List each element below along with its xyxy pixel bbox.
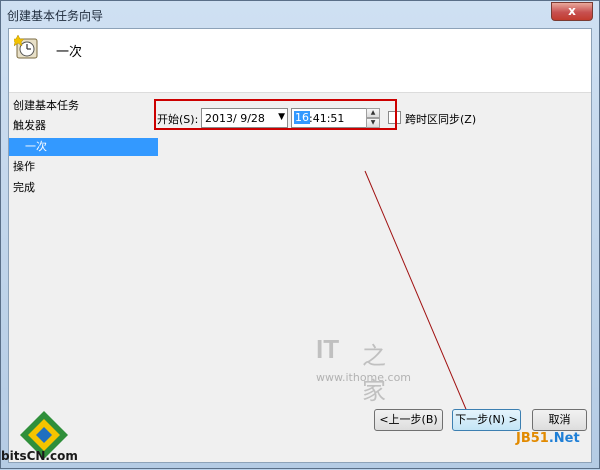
next-button[interactable]: 下一步(N) > [452, 409, 521, 431]
jb51-watermark: JB51.Net [516, 431, 580, 446]
title-bar[interactable]: 创建基本任务向导 x [1, 1, 599, 28]
window-title: 创建基本任务向导 [7, 9, 104, 23]
close-icon: x [568, 4, 576, 18]
cancel-button[interactable]: 取消 [532, 409, 587, 431]
wizard-header: 一次 [9, 29, 591, 93]
prev-button[interactable]: <上一步(B) [374, 409, 443, 431]
nav-item-trigger[interactable]: 触发器 [13, 117, 46, 135]
watermark-logo: IT [316, 334, 340, 364]
nav-item-label: 一次 [25, 140, 47, 153]
nav-item-action[interactable]: 操作 [13, 158, 35, 176]
wizard-window: 创建基本任务向导 x 一次 创建基本任务 触发器 一次 操作 完成 开始(S):… [0, 0, 600, 469]
ithome-watermark: IT 之家 www.ithome.com [316, 334, 411, 405]
site-part-a: JB51 [516, 431, 549, 446]
nav-item-finish[interactable]: 完成 [13, 179, 35, 197]
sync-timezone-label[interactable]: 跨时区同步(Z) [405, 111, 476, 127]
nav-item-once[interactable]: 一次 [9, 138, 158, 156]
clock-task-icon [14, 34, 38, 59]
highlight-box [154, 99, 397, 130]
watermark-url: www.ithome.com [316, 371, 412, 384]
close-button[interactable]: x [551, 2, 593, 21]
nav-item-create-task[interactable]: 创建基本任务 [13, 97, 79, 115]
page-title: 一次 [56, 45, 83, 60]
site-part-b: .Net [548, 431, 580, 446]
wizard-client: 一次 创建基本任务 触发器 一次 操作 完成 [8, 28, 592, 463]
bitscn-watermark: bitsCN.com [1, 449, 78, 463]
